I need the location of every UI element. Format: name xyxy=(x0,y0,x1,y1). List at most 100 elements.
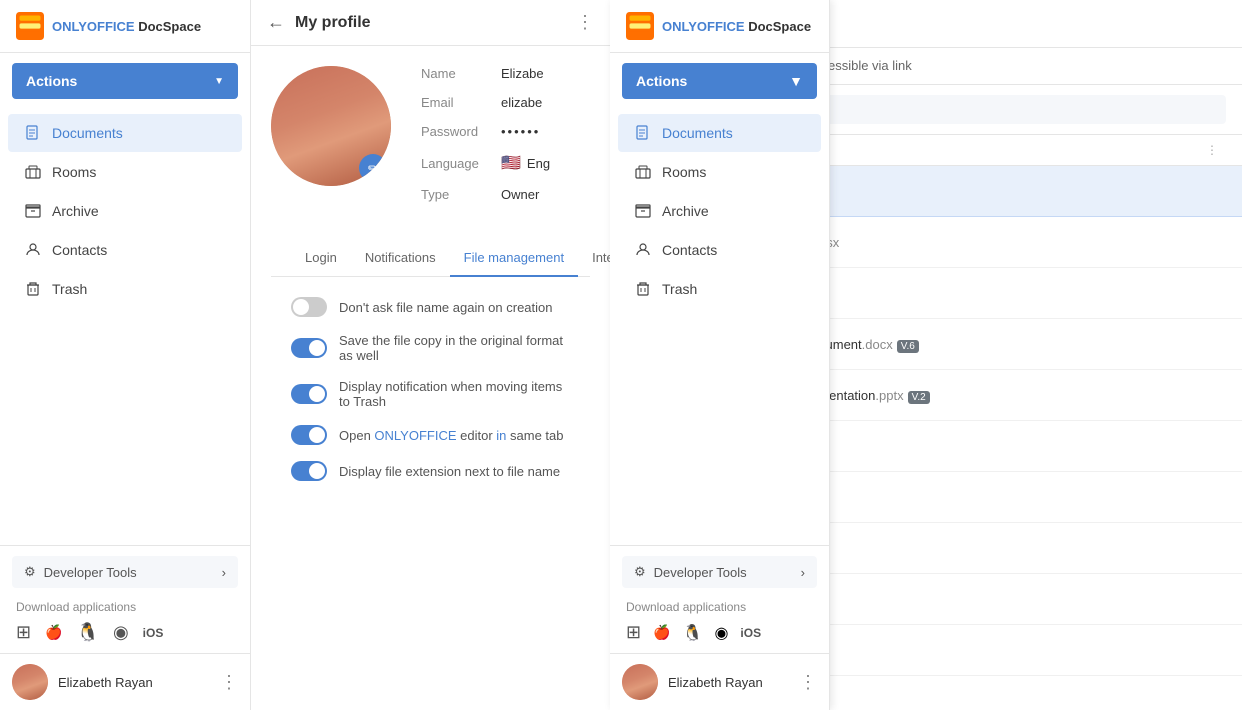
macos-icon[interactable]: 🍎 xyxy=(45,624,62,641)
dropdown-bottom: ⚙ Developer Tools › Download application… xyxy=(610,545,829,653)
user-menu-icon[interactable]: ⋮ xyxy=(220,672,238,693)
dropdown-user-avatar xyxy=(622,664,658,700)
dropdown-macos-icon[interactable]: 🍎 xyxy=(653,624,670,641)
dropdown-archive-icon xyxy=(634,202,652,220)
profile-fields: Name Elizabe Email elizabe Password ••••… xyxy=(421,66,590,216)
rooms-icon xyxy=(24,163,42,181)
sidebar-nav: Documents Rooms Archive Contacts Trash xyxy=(0,109,250,545)
dropdown-app-icons: ⊞ 🍎 🐧 ◉ iOS xyxy=(622,622,817,643)
profile-content: ✏ Name Elizabe Email elizabe Password ••… xyxy=(251,46,610,710)
tab-interface[interactable]: Interfa... xyxy=(578,240,610,277)
contacts-icon xyxy=(24,241,42,259)
left-sidebar: ONLYOFFICE DocSpace Actions ▼ Documents … xyxy=(0,0,251,710)
sidebar-item-rooms[interactable]: Rooms xyxy=(8,153,242,191)
dropdown-documents-icon xyxy=(634,124,652,142)
dev-tools-icon: ⚙ xyxy=(24,564,36,580)
dropdown-dev-tools-button[interactable]: ⚙ Developer Tools › xyxy=(622,556,817,588)
profile-avatar-section: ✏ Name Elizabe Email elizabe Password ••… xyxy=(271,66,590,216)
dropdown-user[interactable]: Elizabeth Rayan ⋮ xyxy=(610,653,829,710)
toggle-show-ext: Display file extension next to file name xyxy=(291,461,570,481)
toggle-notify-trash: Display notification when moving items t… xyxy=(291,379,570,409)
password-value: •••••• xyxy=(501,124,540,139)
dropdown-user-menu-icon[interactable]: ⋮ xyxy=(799,672,817,693)
dropdown-actions-chevron-icon: ▼ xyxy=(789,73,803,89)
toggle-ask-filename: Don't ask file name again on creation xyxy=(291,297,570,317)
toggle-show-ext-switch[interactable] xyxy=(291,461,327,481)
dropdown-trash-label: Trash xyxy=(662,281,697,297)
type-label: Type xyxy=(421,187,501,202)
toggle-notify-trash-switch[interactable] xyxy=(291,384,327,404)
windows-icon[interactable]: ⊞ xyxy=(16,622,31,643)
dropdown-user-name: Elizabeth Rayan xyxy=(668,675,789,690)
dropdown-rooms-label: Rooms xyxy=(662,164,706,180)
profile-panel: ← My profile ⋮ ✏ Name Elizabe Email eliz… xyxy=(251,0,611,710)
dev-tools-chevron-icon: › xyxy=(222,565,226,580)
language-value: 🇺🇸 Eng xyxy=(501,153,550,173)
dropdown-dev-tools-chevron-icon: › xyxy=(801,565,805,580)
dropdown-item-rooms[interactable]: Rooms xyxy=(618,153,821,191)
sidebar-bottom: ⚙ Developer Tools › Download application… xyxy=(0,545,250,653)
email-value: elizabe xyxy=(501,95,542,110)
email-label: Email xyxy=(421,95,501,110)
back-button[interactable]: ← xyxy=(267,12,285,33)
sidebar-item-rooms-label: Rooms xyxy=(52,164,96,180)
sidebar-item-archive-label: Archive xyxy=(52,203,99,219)
name-label: Name xyxy=(421,66,501,81)
toggle-ask-filename-switch[interactable] xyxy=(291,297,327,317)
dropdown-item-archive[interactable]: Archive xyxy=(618,192,821,230)
toggle-open-same-tab-switch[interactable] xyxy=(291,425,327,445)
documents-icon xyxy=(24,124,42,142)
android-icon[interactable]: ◉ xyxy=(113,622,129,643)
sidebar-item-archive[interactable]: Archive xyxy=(8,192,242,230)
toggle-save-copy: Save the file copy in the original forma… xyxy=(291,333,570,363)
profile-panel-header: ← My profile ⋮ xyxy=(251,0,610,46)
dropdown-trash-icon xyxy=(634,280,652,298)
tab-notifications[interactable]: Notifications xyxy=(351,240,450,277)
toggle-notify-trash-label: Display notification when moving items t… xyxy=(339,379,570,409)
dropdown-download-label: Download applications xyxy=(622,600,817,614)
dropdown-nav: Documents Rooms Archive Contacts Trash xyxy=(610,109,829,545)
dropdown-windows-icon[interactable]: ⊞ xyxy=(626,622,641,643)
toggle-save-copy-switch[interactable] xyxy=(291,338,327,358)
sidebar-item-documents-label: Documents xyxy=(52,125,123,141)
dropdown-actions-button[interactable]: Actions ▼ xyxy=(622,63,817,99)
dropdown-ios-label[interactable]: iOS xyxy=(740,626,761,640)
sidebar-item-documents[interactable]: Documents xyxy=(8,114,242,152)
ios-label[interactable]: iOS xyxy=(143,626,164,640)
avatar-edit-button[interactable]: ✏ xyxy=(359,154,387,182)
dropdown-rooms-icon xyxy=(634,163,652,181)
dropdown-documents-label: Documents xyxy=(662,125,733,141)
dropdown-linux-icon[interactable]: 🐧 xyxy=(683,623,703,643)
dropdown-archive-label: Archive xyxy=(662,203,709,219)
archive-icon xyxy=(24,202,42,220)
dropdown-item-trash[interactable]: Trash xyxy=(618,270,821,308)
toggle-show-ext-label: Display file extension next to file name xyxy=(339,464,560,479)
profile-menu-icon[interactable]: ⋮ xyxy=(576,12,594,33)
dropdown-dev-tools-label: Developer Tools xyxy=(654,565,747,580)
sidebar-logo: ONLYOFFICE DocSpace xyxy=(0,0,250,53)
dropdown-contacts-icon xyxy=(634,241,652,259)
password-label: Password xyxy=(421,124,501,139)
toggle-open-same-tab: Open ONLYOFFICE editor in same tab xyxy=(291,425,570,445)
dropdown-contacts-label: Contacts xyxy=(662,242,717,258)
tab-login[interactable]: Login xyxy=(291,240,351,277)
sidebar-user[interactable]: Elizabeth Rayan ⋮ xyxy=(0,653,250,710)
user-avatar xyxy=(12,664,48,700)
actions-button[interactable]: Actions ▼ xyxy=(12,63,238,99)
sidebar-item-trash[interactable]: Trash xyxy=(8,270,242,308)
sidebar-item-trash-label: Trash xyxy=(52,281,87,297)
linux-icon[interactable]: 🐧 xyxy=(77,622,99,643)
sidebar-item-contacts-label: Contacts xyxy=(52,242,107,258)
dev-tools-button[interactable]: ⚙ Developer Tools › xyxy=(12,556,238,588)
dropdown-logo-text: ONLYOFFICE DocSpace xyxy=(662,19,811,34)
dropdown-item-contacts[interactable]: Contacts xyxy=(618,231,821,269)
col-menu-icon[interactable]: ⋮ xyxy=(1206,143,1226,157)
toggle-ask-filename-label: Don't ask file name again on creation xyxy=(339,300,553,315)
user-name: Elizabeth Rayan xyxy=(58,675,210,690)
name-value: Elizabe xyxy=(501,66,544,81)
dev-tools-label: Developer Tools xyxy=(44,565,137,580)
tab-file-management[interactable]: File management xyxy=(450,240,578,277)
dropdown-android-icon[interactable]: ◉ xyxy=(714,623,728,643)
dropdown-item-documents[interactable]: Documents xyxy=(618,114,821,152)
sidebar-item-contacts[interactable]: Contacts xyxy=(8,231,242,269)
